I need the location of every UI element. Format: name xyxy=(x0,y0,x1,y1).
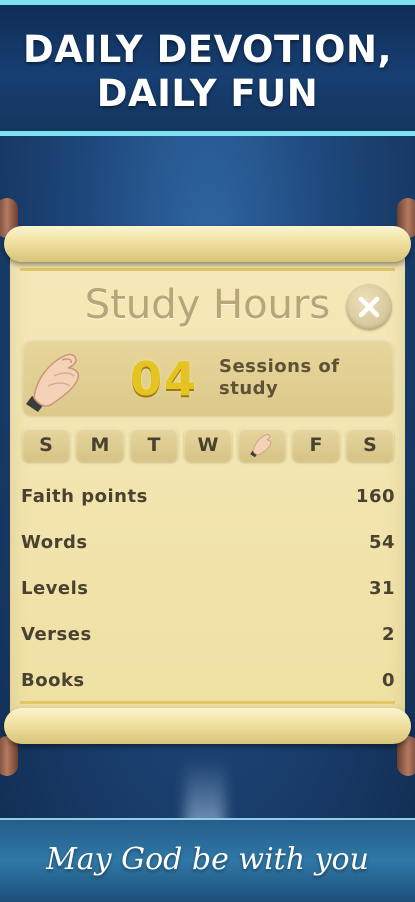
divider xyxy=(20,268,395,271)
stat-value: 0 xyxy=(381,670,395,691)
close-x-icon xyxy=(358,296,380,318)
day-sunday: S xyxy=(22,428,70,462)
weekday-tracker: S M T W F S xyxy=(22,428,396,462)
day-friday: F xyxy=(292,428,340,462)
sessions-label: Sessions of study xyxy=(219,356,340,400)
stat-value: 31 xyxy=(368,578,395,599)
sessions-summary: 04 Sessions of study xyxy=(22,338,394,416)
stat-row-words: Words 54 xyxy=(21,532,395,562)
footer-banner: May God be with you xyxy=(0,818,415,902)
day-thursday xyxy=(238,428,286,462)
stat-value: 2 xyxy=(381,624,395,645)
stat-value: 160 xyxy=(355,486,395,507)
stat-label: Words xyxy=(21,532,88,553)
promo-banner: DAILY DEVOTION, DAILY FUN xyxy=(0,0,415,136)
sessions-label-line-1: Sessions of xyxy=(219,356,340,377)
stat-row-faith-points: Faith points 160 xyxy=(21,486,395,516)
stat-label: Verses xyxy=(21,624,92,645)
day-saturday: S xyxy=(346,428,394,462)
close-button[interactable] xyxy=(346,284,392,330)
stat-row-levels: Levels 31 xyxy=(21,578,395,608)
stat-row-verses: Verses 2 xyxy=(21,624,395,654)
divider xyxy=(20,701,395,704)
banner-line-2: DAILY FUN xyxy=(96,72,319,115)
stat-value: 54 xyxy=(368,532,395,553)
sessions-count: 04 xyxy=(130,352,199,406)
footer-blessing-text: May God be with you xyxy=(46,842,369,877)
day-monday: M xyxy=(76,428,124,462)
day-wednesday: W xyxy=(184,428,232,462)
stat-row-books: Books 0 xyxy=(21,670,395,700)
praying-hands-icon xyxy=(26,353,80,412)
praying-hands-icon xyxy=(250,434,272,458)
study-hours-dialog: Study Hours 04 Sessions of study S M T W xyxy=(10,252,405,718)
stat-label: Faith points xyxy=(21,486,148,507)
scroll-roller-bottom xyxy=(4,708,411,744)
scroll-roller-top xyxy=(4,226,411,262)
sessions-label-line-2: study xyxy=(219,378,279,399)
stat-label: Books xyxy=(21,670,85,691)
day-tuesday: T xyxy=(130,428,178,462)
stat-label: Levels xyxy=(21,578,89,599)
banner-line-1: DAILY DEVOTION, xyxy=(22,28,392,71)
